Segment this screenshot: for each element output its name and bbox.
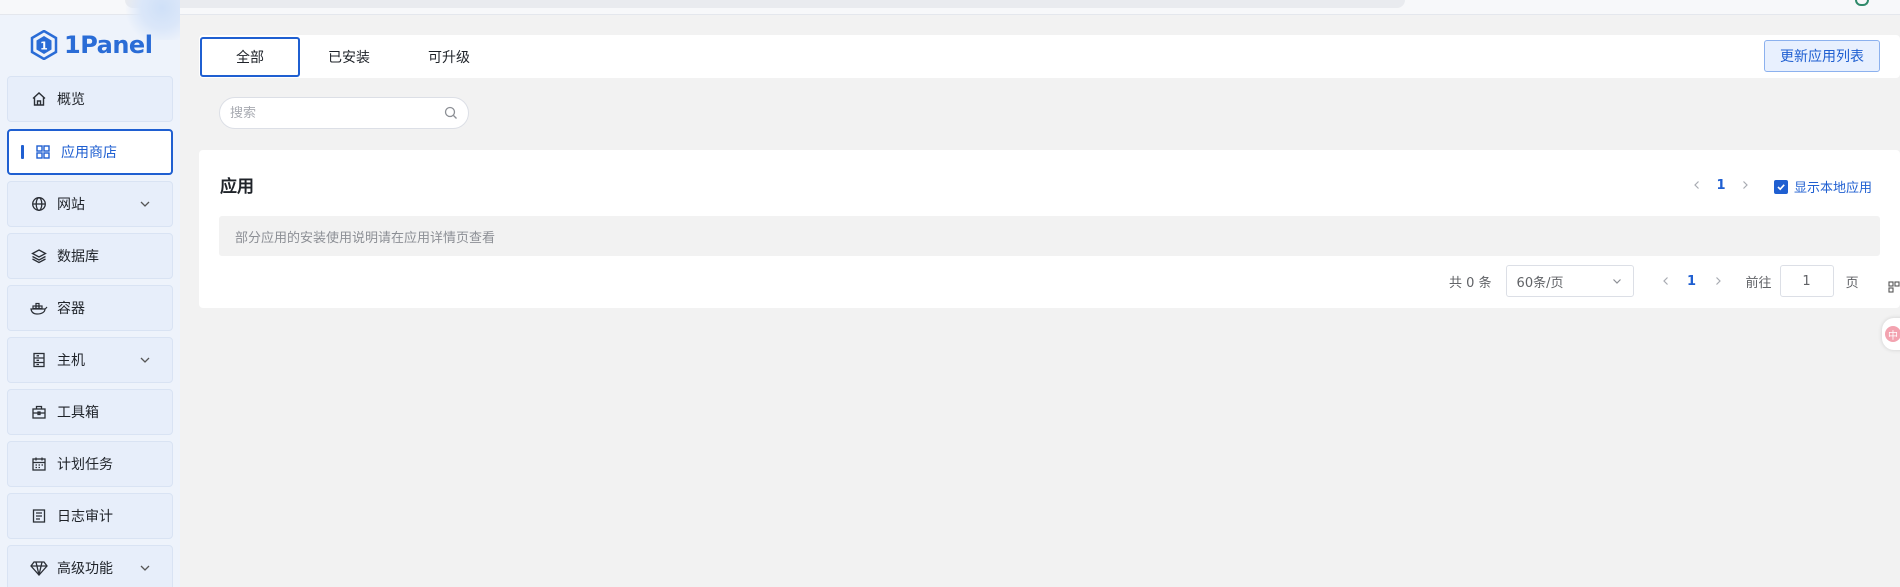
tab-upgradable[interactable]: 可升级 xyxy=(399,37,499,77)
show-local-apps-checkbox[interactable]: 显示本地应用 xyxy=(1774,177,1872,196)
sidebar-item-container[interactable]: 容器 xyxy=(7,285,173,331)
sidebar-item-label: 日志审计 xyxy=(57,509,113,525)
sidebar-item-website[interactable]: 网站 xyxy=(7,181,173,227)
sidebar-item-label: 工具箱 xyxy=(57,405,99,421)
sidebar: 1 1Panel 概览 应用商店 网站 数据库 容器 主机 工具箱 计划任务 日… xyxy=(0,0,180,587)
toolbox-icon xyxy=(30,403,48,421)
tabs-bar: 全部 已安装 可升级 更新应用列表 xyxy=(199,35,1900,78)
calendar-icon xyxy=(30,455,48,473)
sidebar-item-overview[interactable]: 概览 xyxy=(7,76,173,122)
sidebar-item-label: 数据库 xyxy=(57,249,99,265)
top-pagination: 1 xyxy=(1689,175,1753,195)
svg-text:1: 1 xyxy=(40,40,48,53)
chevron-left-icon xyxy=(1662,277,1668,285)
checkbox-checked-icon xyxy=(1774,179,1788,194)
apps-panel: 应用 1 显示本地应用 部分应用的安装使用说明请在应用详情页查看 共 0 条 6… xyxy=(199,150,1900,308)
sidebar-item-advanced[interactable]: 高级功能 xyxy=(7,545,173,587)
docker-icon xyxy=(30,299,48,317)
sidebar-item-logs[interactable]: 日志审计 xyxy=(7,493,173,539)
active-indicator xyxy=(21,145,24,159)
diamond-icon xyxy=(30,559,48,577)
server-icon xyxy=(30,351,48,369)
grid-icon xyxy=(34,143,52,161)
chevron-right-icon xyxy=(1715,277,1721,285)
tab-installed[interactable]: 已安装 xyxy=(299,37,399,77)
logo-icon: 1 xyxy=(30,29,58,61)
page-suffix: 页 xyxy=(1845,275,1859,291)
layers-icon xyxy=(30,247,48,265)
app-logo[interactable]: 1 1Panel xyxy=(30,27,153,63)
tab-all[interactable]: 全部 xyxy=(200,37,300,77)
goto-label: 前往 xyxy=(1745,275,1772,291)
sidebar-item-label: 高级功能 xyxy=(57,561,113,577)
chevron-down-icon xyxy=(140,565,150,571)
chevron-down-icon xyxy=(140,201,150,207)
sidebar-item-label: 网站 xyxy=(57,197,85,213)
logo-text: 1Panel xyxy=(64,31,153,59)
profile-icon[interactable] xyxy=(1855,0,1869,6)
page-number[interactable]: 1 xyxy=(1705,178,1737,193)
chevron-right-icon[interactable] xyxy=(1737,177,1753,193)
chevron-down-icon xyxy=(140,357,150,363)
info-notice: 部分应用的安装使用说明请在应用详情页查看 xyxy=(219,216,1880,256)
chevron-left-icon[interactable] xyxy=(1689,177,1705,193)
sidebar-item-host[interactable]: 主机 xyxy=(7,337,173,383)
sidebar-item-cron[interactable]: 计划任务 xyxy=(7,441,173,487)
total-count: 共 0 条 xyxy=(1449,275,1492,291)
search-icon[interactable] xyxy=(444,106,458,120)
floating-grid-button[interactable] xyxy=(1886,276,1900,298)
chevron-down-icon xyxy=(1612,279,1621,284)
globe-icon xyxy=(30,195,48,213)
sidebar-item-appstore[interactable]: 应用商店 xyxy=(7,129,173,175)
grid-icon xyxy=(1888,281,1900,293)
sidebar-item-label: 应用商店 xyxy=(61,145,117,161)
goto-page-input[interactable] xyxy=(1779,265,1834,297)
current-page[interactable]: 1 xyxy=(1676,274,1708,289)
translate-chip: 中 xyxy=(1885,326,1900,342)
search-input[interactable] xyxy=(230,105,444,121)
update-app-list-button[interactable]: 更新应用列表 xyxy=(1764,40,1880,72)
prev-page-button[interactable] xyxy=(1656,271,1676,291)
address-bar[interactable] xyxy=(125,0,1405,8)
next-page-button[interactable] xyxy=(1708,271,1728,291)
section-title: 应用 xyxy=(220,177,254,197)
sidebar-item-toolbox[interactable]: 工具箱 xyxy=(7,389,173,435)
floating-translate-button[interactable]: 中 xyxy=(1882,318,1900,350)
log-icon xyxy=(30,507,48,525)
sidebar-item-database[interactable]: 数据库 xyxy=(7,233,173,279)
bottom-pagination: 共 0 条 60条/页 1 前往 页 xyxy=(1449,265,1899,297)
checkbox-label: 显示本地应用 xyxy=(1794,181,1873,196)
page-size-value: 60条/页 xyxy=(1516,275,1564,291)
page-size-select[interactable]: 60条/页 xyxy=(1505,265,1634,297)
sidebar-item-label: 计划任务 xyxy=(57,457,113,473)
browser-top-strip xyxy=(0,0,1900,15)
home-icon xyxy=(30,90,48,108)
sidebar-item-label: 概览 xyxy=(57,92,85,108)
sidebar-item-label: 主机 xyxy=(57,353,85,369)
search-box xyxy=(219,97,469,129)
sidebar-item-label: 容器 xyxy=(57,301,85,317)
